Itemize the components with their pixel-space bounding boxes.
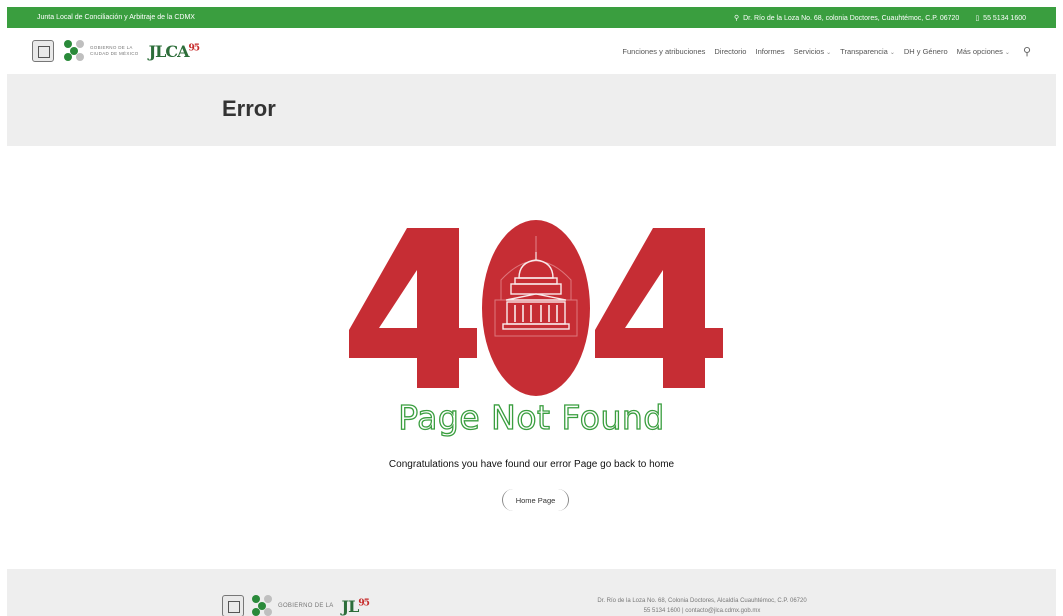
- top-contact: ⚲ Dr. Río de la Loza No. 68, colonia Doct…: [734, 14, 1026, 22]
- coat-of-arms-logo: [32, 40, 54, 62]
- footer-logos[interactable]: GOBIERNO DE LA JL95: [222, 595, 370, 616]
- nav-directorio[interactable]: Directorio: [714, 47, 746, 56]
- error-message: Congratulations you have found our error…: [388, 459, 675, 470]
- address-item[interactable]: ⚲ Dr. Río de la Loza No. 68, colonia Doct…: [734, 14, 959, 22]
- jlca-logo: JLCA95: [149, 42, 200, 61]
- nav-informes[interactable]: Informes: [755, 47, 784, 56]
- nav-mas-opciones[interactable]: Más opciones ⌄: [957, 47, 1010, 56]
- map-pin-icon: ⚲: [733, 14, 740, 22]
- cdmx-government-logo: GOBIERNO DE LA CIUDAD DE MÉXICO: [64, 40, 139, 62]
- home-page-button-label: Home Page: [515, 495, 556, 505]
- page-title: Error: [222, 96, 276, 121]
- cdmx-flower-icon: [252, 595, 274, 616]
- phone-text: 55 5134 1600: [983, 14, 1026, 22]
- header-logos[interactable]: GOBIERNO DE LA CIUDAD DE MÉXICO JLCA95: [32, 40, 200, 62]
- nav-dh-genero[interactable]: DH y Género: [904, 47, 948, 56]
- footer-contact-line[interactable]: 55 5134 1600 | contacto@jlca.cdmx.gob.mx: [537, 606, 867, 616]
- address-text: Dr. Río de la Loza No. 68, colonia Docto…: [743, 14, 960, 22]
- jlca-logo-anniversary: 95: [188, 43, 200, 54]
- coat-of-arms-logo: [222, 595, 244, 616]
- jlca-logo: JL95: [341, 596, 370, 616]
- cdmx-government-logo: GOBIERNO DE LA: [252, 595, 334, 616]
- error-404-graphic: [349, 218, 723, 398]
- digit-four-right: [595, 228, 723, 388]
- footer-address-line: Dr. Río de la Loza No. 68, Colonia Docto…: [597, 598, 807, 604]
- page-title-band: Error: [7, 74, 1056, 146]
- footer-address: Dr. Río de la Loza No. 68, Colonia Docto…: [537, 596, 867, 616]
- chevron-down-icon: ⌄: [1004, 49, 1010, 56]
- nav-transparencia[interactable]: Transparencia ⌄: [840, 47, 895, 56]
- search-icon[interactable]: ⚲: [1023, 45, 1031, 58]
- nav-funciones[interactable]: Funciones y atribuciones: [622, 47, 705, 56]
- phone-icon: ▯: [975, 14, 980, 22]
- page-not-found-heading: Page Not Found: [398, 397, 665, 437]
- cdmx-flower-icon: [64, 40, 86, 62]
- footer-jlca-anniversary: 95: [358, 598, 369, 609]
- footer-gob-logo-text: GOBIERNO DE LA: [278, 603, 334, 609]
- phone-item[interactable]: ▯ 55 5134 1600: [975, 14, 1026, 22]
- main-nav: Funciones y atribuciones Directorio Info…: [622, 45, 1031, 58]
- home-page-button[interactable]: Home Page: [502, 489, 569, 511]
- jlca-logo-text: JLCA: [148, 41, 190, 61]
- org-name[interactable]: Junta Local de Conciliación y Arbitraje …: [37, 14, 195, 21]
- nav-servicios[interactable]: Servicios ⌄: [794, 47, 831, 56]
- digit-four-left: [349, 228, 477, 388]
- error-404-svg: [349, 220, 723, 396]
- chevron-down-icon: ⌄: [826, 49, 832, 56]
- site-header: GOBIERNO DE LA CIUDAD DE MÉXICO JLCA95 F…: [7, 28, 1056, 74]
- chevron-down-icon: ⌄: [889, 49, 895, 56]
- site-footer: GOBIERNO DE LA JL95 Dr. Río de la Loza N…: [7, 569, 1056, 616]
- top-info-bar: Junta Local de Conciliación y Arbitraje …: [7, 7, 1056, 28]
- gob-logo-line2: CIUDAD DE MÉXICO: [90, 51, 139, 56]
